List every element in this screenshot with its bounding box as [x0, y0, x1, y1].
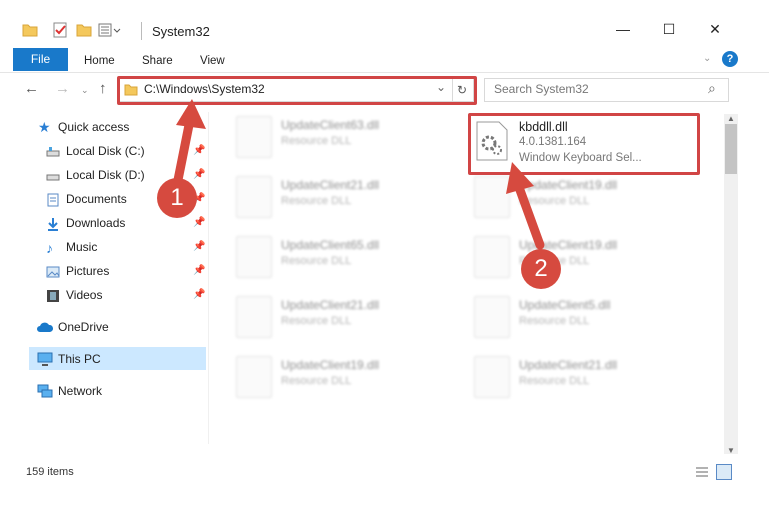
- list-item[interactable]: UpdateClient21.dll Resource DLL: [474, 356, 617, 398]
- new-folder-icon[interactable]: [76, 22, 92, 38]
- computer-icon: [37, 352, 53, 366]
- cloud-icon: [36, 321, 54, 335]
- customize-toolbar-icon[interactable]: [98, 22, 121, 38]
- file-name: UpdateClient21.dll: [281, 298, 380, 312]
- file-name: UpdateClient19.dll: [281, 358, 380, 372]
- sidebar-item-this-pc[interactable]: This PC: [58, 352, 101, 366]
- large-icons-view-icon[interactable]: [716, 464, 732, 480]
- file-description: Resource DLL: [281, 195, 352, 207]
- file-name: UpdateClient63.dll: [281, 118, 380, 132]
- pictures-icon: [46, 265, 60, 279]
- pin-icon[interactable]: 📌: [193, 289, 205, 300]
- dll-file-icon: [236, 176, 272, 218]
- tab-view[interactable]: View: [200, 50, 225, 72]
- forward-button[interactable]: →: [55, 80, 70, 97]
- drive-icon: [46, 145, 60, 159]
- dll-file-icon: [236, 296, 272, 338]
- details-view-icon[interactable]: [695, 466, 709, 481]
- back-button[interactable]: ←: [24, 80, 39, 97]
- file-description: Resource DLL: [519, 375, 590, 387]
- list-item[interactable]: UpdateClient19.dll Resource DLL: [236, 356, 379, 398]
- dll-file-icon: [236, 116, 272, 158]
- network-icon: [37, 384, 53, 398]
- file-name: UpdateClient21.dll: [519, 358, 618, 372]
- folder-icon[interactable]: [22, 22, 38, 38]
- window-title: System32: [152, 24, 210, 39]
- file-description: Resource DLL: [281, 375, 352, 387]
- dll-file-icon: [236, 356, 272, 398]
- pin-icon[interactable]: 📌: [193, 265, 205, 276]
- search-icon[interactable]: ⌕: [708, 80, 716, 97]
- file-description: Resource DLL: [281, 135, 352, 147]
- scroll-up-icon[interactable]: ▲: [727, 114, 735, 123]
- properties-icon[interactable]: [52, 22, 68, 38]
- list-item[interactable]: UpdateClient21.dll Resource DLL: [236, 176, 379, 218]
- tab-file[interactable]: File: [13, 48, 68, 71]
- file-name: UpdateClient5.dll: [519, 298, 611, 312]
- title-divider: [141, 22, 142, 40]
- list-item[interactable]: UpdateClient65.dll Resource DLL: [236, 236, 379, 278]
- arrow-annotation-2: [506, 162, 545, 250]
- list-item[interactable]: UpdateClient63.dll Resource DLL: [236, 116, 379, 158]
- expand-ribbon-icon[interactable]: ⌄: [703, 53, 711, 64]
- minimize-button[interactable]: —: [600, 14, 646, 44]
- videos-icon: [46, 289, 60, 303]
- pin-icon[interactable]: 📌: [193, 241, 205, 252]
- sidebar-item-documents[interactable]: Documents: [66, 192, 127, 206]
- sidebar-item-downloads[interactable]: Downloads: [66, 216, 125, 230]
- dll-file-icon: [474, 296, 510, 338]
- sidebar-item-quick-access[interactable]: Quick access: [58, 120, 129, 134]
- ribbon-bar: [0, 47, 769, 73]
- scrollbar-thumb[interactable]: [725, 124, 737, 174]
- dll-file-icon: [474, 356, 510, 398]
- file-description: Resource DLL: [281, 315, 352, 327]
- step-1-badge: 1: [157, 178, 197, 218]
- help-icon[interactable]: ?: [722, 51, 738, 67]
- maximize-button[interactable]: ☐: [646, 14, 692, 44]
- dll-file-icon: [236, 236, 272, 278]
- music-icon: ♪: [46, 240, 53, 256]
- file-description: Resource DLL: [519, 315, 590, 327]
- file-description: Resource DLL: [281, 255, 352, 267]
- list-item[interactable]: UpdateClient21.dll Resource DLL: [236, 296, 379, 338]
- download-icon: [46, 217, 60, 231]
- recent-locations-icon[interactable]: ⌄: [81, 85, 89, 96]
- close-button[interactable]: ✕: [692, 14, 738, 44]
- up-button[interactable]: ↑: [99, 80, 107, 97]
- pin-icon[interactable]: 📌: [193, 217, 205, 228]
- sidebar-item-videos[interactable]: Videos: [66, 288, 102, 302]
- file-name: UpdateClient21.dll: [281, 178, 380, 192]
- documents-icon: [46, 193, 60, 207]
- sidebar-item-pictures[interactable]: Pictures: [66, 264, 109, 278]
- search-input[interactable]: Search System32: [494, 82, 589, 96]
- sidebar-item-network[interactable]: Network: [58, 384, 102, 398]
- tab-home[interactable]: Home: [84, 50, 115, 72]
- sidebar-item-onedrive[interactable]: OneDrive: [58, 320, 109, 334]
- status-item-count: 159 items: [26, 466, 74, 478]
- scroll-down-icon[interactable]: ▼: [727, 446, 735, 455]
- sidebar-item-local-disk-d[interactable]: Local Disk (D:): [66, 168, 145, 182]
- star-icon: ★: [38, 119, 51, 135]
- file-name: UpdateClient65.dll: [281, 238, 380, 252]
- sidebar-selection: [29, 347, 206, 370]
- drive-icon: [46, 169, 60, 183]
- tab-share[interactable]: Share: [142, 50, 173, 72]
- step-2-badge: 2: [521, 249, 561, 289]
- sidebar-item-music[interactable]: Music: [66, 240, 97, 254]
- sidebar-item-local-disk-c[interactable]: Local Disk (C:): [66, 144, 145, 158]
- list-item[interactable]: UpdateClient5.dll Resource DLL: [474, 296, 610, 338]
